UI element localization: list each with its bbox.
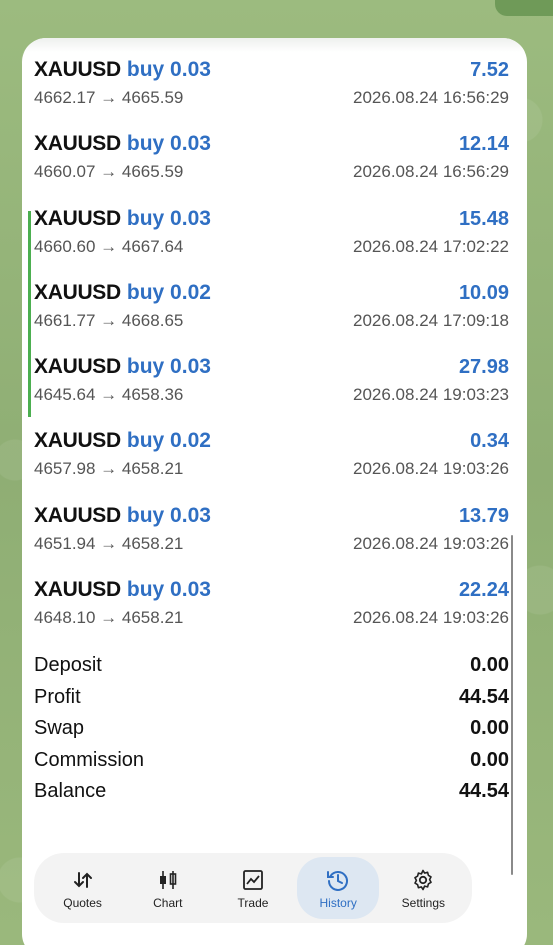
summary-label: Profit: [34, 685, 81, 708]
deal-time: 2026.08.24 16:56:29: [353, 162, 509, 182]
nav-label: History: [319, 896, 357, 910]
deal-prices: 4660.60 → 4667.64: [34, 236, 184, 256]
deal-time: 2026.08.24 19:03:26: [353, 459, 509, 479]
deal-symbol: XAUUSD: [34, 206, 121, 230]
deal-prices: 4645.64 → 4658.36: [34, 385, 184, 405]
scrollbar[interactable]: [511, 535, 513, 875]
summary-value: 0.00: [470, 748, 509, 771]
summary-value: 44.54: [458, 685, 509, 708]
deal-side: buy 0.03: [126, 578, 211, 602]
deal-symbol: XAUUSD: [34, 429, 121, 453]
bottom-nav: Quotes Chart Trade History Settings: [34, 853, 472, 923]
gear-icon: [411, 866, 435, 894]
deal-row[interactable]: XAUUSD buy 0.03 22.24 4648.10 → 4658.21 202…: [22, 576, 527, 650]
deal-prices: 4648.10 → 4658.21: [34, 608, 184, 628]
deal-time: 2026.08.24 17:02:22: [353, 236, 509, 256]
deal-profit: 15.48: [458, 207, 509, 230]
deal-row[interactable]: XAUUSD buy 0.03 27.98 4645.64 → 4658.36 202…: [22, 353, 527, 427]
nav-chart[interactable]: Chart: [127, 857, 209, 919]
deal-row[interactable]: XAUUSD buy 0.02 0.34 4657.98 → 4658.21 2026…: [22, 427, 527, 501]
summary-value: 0.00: [470, 654, 509, 677]
sort-arrows-icon: [72, 866, 94, 894]
nav-label: Quotes: [63, 896, 102, 910]
summary-balance: Balance 44.54: [34, 776, 509, 808]
deal-side: buy 0.02: [126, 429, 211, 453]
deal-symbol: XAUUSD: [34, 58, 121, 81]
nav-trade[interactable]: Trade: [212, 857, 294, 919]
deal-time: 2026.08.24 19:03:23: [353, 385, 509, 405]
summary-label: Balance: [34, 780, 107, 803]
nav-label: Trade: [237, 896, 269, 910]
deal-profit: 13.79: [458, 504, 509, 527]
deal-row[interactable]: XAUUSD buy 0.03 7.52 4662.17 → 4665.59 2026…: [22, 56, 527, 130]
summary-swap: Swap 0.00: [34, 713, 509, 745]
deal-side: buy 0.03: [126, 132, 211, 156]
summary-label: Commission: [34, 748, 145, 771]
deal-prices: 4657.98 → 4658.21: [34, 459, 184, 479]
nav-settings[interactable]: Settings: [382, 857, 464, 919]
deals-list: XAUUSD buy 0.03 7.52 4662.17 → 4665.59 2026…: [22, 56, 527, 650]
nav-label: Settings: [401, 896, 446, 910]
deal-symbol: XAUUSD: [34, 132, 121, 156]
summary-deposit: Deposit 0.00: [34, 650, 509, 682]
nav-label: Chart: [153, 896, 183, 910]
summary-value: 44.54: [458, 780, 509, 803]
nav-history[interactable]: History: [297, 857, 380, 919]
deal-profit: 10.09: [458, 281, 509, 304]
history-clock-icon: [326, 866, 350, 894]
panel-top-edge: [22, 38, 527, 52]
trade-chart-icon: [242, 866, 264, 894]
deal-profit: 7.52: [470, 59, 509, 81]
deal-row[interactable]: XAUUSD buy 0.03 13.79 4651.94 → 4658.21 202…: [22, 502, 527, 576]
deal-profit: 12.14: [458, 133, 509, 156]
summary-label: Deposit: [34, 654, 102, 677]
deal-prices: 4660.07 → 4665.59: [34, 162, 184, 182]
deal-side: buy 0.03: [126, 503, 211, 527]
summary-label: Swap: [34, 717, 85, 740]
candlestick-icon: [157, 866, 179, 894]
deal-side: buy 0.02: [126, 280, 211, 304]
deal-profit: 0.34: [470, 430, 509, 453]
history-panel: XAUUSD buy 0.03 7.52 4662.17 → 4665.59 2026…: [22, 38, 527, 945]
deal-symbol: XAUUSD: [34, 578, 121, 602]
summary-profit: Profit 44.54: [34, 682, 509, 714]
deal-row[interactable]: XAUUSD buy 0.02 10.09 4661.77 → 4668.65 202…: [22, 278, 527, 354]
deal-time: 2026.08.24 16:56:29: [353, 88, 509, 107]
deal-side: buy 0.03: [126, 206, 211, 230]
summary-commission: Commission 0.00: [34, 745, 509, 777]
summary-value: 0.00: [470, 717, 509, 740]
deal-row[interactable]: XAUUSD buy 0.03 15.48 4660.60 → 4667.64 202…: [22, 205, 527, 280]
deal-symbol: XAUUSD: [34, 280, 121, 304]
deal-time: 2026.08.24 19:03:26: [353, 533, 509, 553]
deal-symbol: XAUUSD: [34, 355, 121, 379]
deal-prices: 4661.77 → 4668.65: [34, 310, 184, 330]
deal-time: 2026.08.24 17:09:18: [353, 310, 509, 330]
deal-profit: 22.24: [458, 579, 509, 602]
deal-prices: 4651.94 → 4658.21: [34, 533, 184, 553]
deal-side: buy 0.03: [126, 58, 211, 81]
account-summary: Deposit 0.00 Profit 44.54 Swap 0.00 Commiss…: [34, 650, 509, 808]
nav-quotes[interactable]: Quotes: [42, 857, 124, 919]
corner-tab: [495, 0, 553, 16]
deal-row[interactable]: XAUUSD buy 0.03 12.14 4660.07 → 4665.59 202…: [22, 130, 527, 204]
deal-side: buy 0.03: [126, 355, 211, 379]
deal-symbol: XAUUSD: [34, 503, 121, 527]
deal-profit: 27.98: [458, 356, 509, 379]
deal-time: 2026.08.24 19:03:26: [353, 608, 509, 628]
deal-prices: 4662.17 → 4665.59: [34, 88, 184, 107]
